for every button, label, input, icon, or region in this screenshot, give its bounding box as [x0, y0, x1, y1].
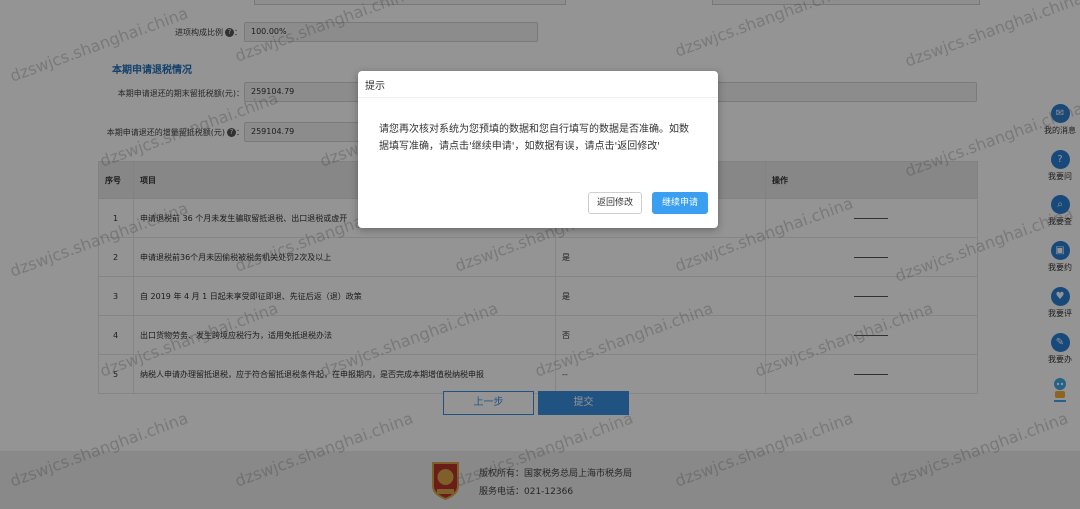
dialog-message: 请您再次核对系统为您预填的数据和您自行填写的数据是否准确。如数据填写准确，请点击… [379, 124, 689, 152]
dialog-title: 提示 [365, 81, 385, 92]
continue-apply-button[interactable]: 继续申请 [652, 192, 708, 214]
dialog-divider [358, 97, 718, 98]
page: 进项构成比例?： 100.00% 本期申请退税情况 本期申请退还的期末留抵税额(… [0, 0, 1080, 509]
confirm-dialog: 提示 请您再次核对系统为您预填的数据和您自行填写的数据是否准确。如数据填写准确，… [358, 71, 718, 228]
return-modify-button[interactable]: 返回修改 [588, 192, 642, 214]
